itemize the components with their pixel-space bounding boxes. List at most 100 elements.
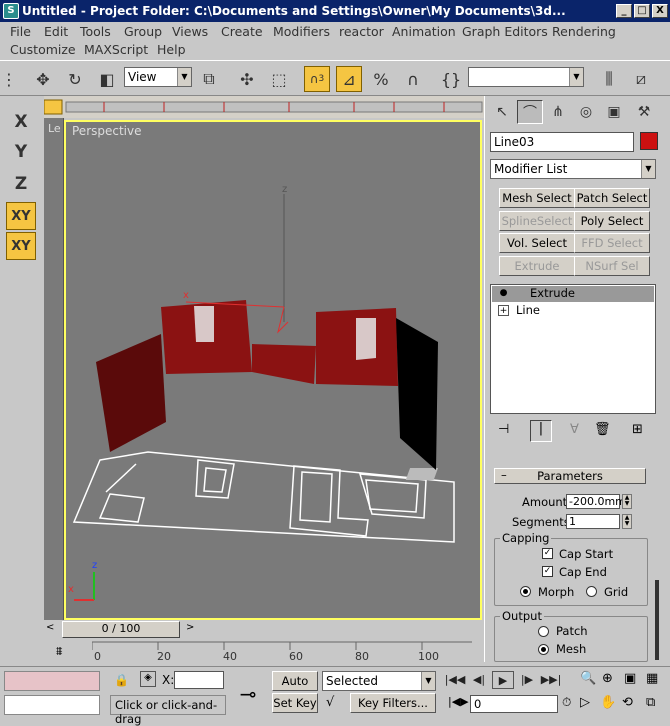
zoom-extents-all-icon[interactable]: ▦ bbox=[646, 671, 658, 686]
morph-radio[interactable] bbox=[520, 586, 531, 597]
zoom-all-icon[interactable]: ⊕ bbox=[602, 671, 613, 686]
auto-key-button[interactable]: Auto Key bbox=[272, 671, 318, 706]
collapse-minus-icon[interactable]: – bbox=[501, 468, 507, 482]
grid-radio[interactable] bbox=[586, 586, 597, 597]
restrict-y-button[interactable]: Y bbox=[6, 138, 36, 166]
named-selection-dropdown[interactable]: ▼ bbox=[468, 67, 584, 87]
menu-views[interactable]: Views bbox=[172, 24, 208, 39]
patch-radio[interactable] bbox=[538, 626, 549, 637]
menu-edit[interactable]: Edit bbox=[44, 24, 68, 39]
patch-select-button[interactable]: Patch Select bbox=[574, 188, 650, 208]
menu-file[interactable]: File bbox=[10, 24, 31, 39]
menu-customize[interactable]: Customize bbox=[10, 42, 76, 57]
remove-modifier-icon[interactable]: 🗑 bbox=[594, 422, 611, 437]
menu-tools[interactable]: Tools bbox=[80, 24, 111, 39]
menu-graph-editors[interactable]: Graph Editors bbox=[462, 24, 548, 39]
maximize-viewport-icon[interactable]: ⧉ bbox=[646, 695, 655, 710]
restrict-z-button[interactable]: Z bbox=[6, 170, 36, 198]
amount-input[interactable]: -200.0mm bbox=[566, 494, 626, 509]
display-tab-icon[interactable]: ▣ bbox=[601, 100, 627, 124]
minimize-button[interactable]: _ bbox=[616, 4, 632, 18]
mesh-radio[interactable] bbox=[538, 644, 549, 655]
time-slider-thumb[interactable]: 0 / 100 bbox=[62, 621, 180, 638]
lock-selection-icon[interactable]: 🔒 bbox=[114, 673, 129, 687]
maximize-button[interactable]: □ bbox=[634, 4, 650, 18]
menu-help[interactable]: Help bbox=[157, 42, 186, 57]
rotate-icon[interactable]: ↻ bbox=[62, 66, 88, 92]
slider-right-icon[interactable]: > bbox=[186, 622, 194, 633]
track-bar[interactable] bbox=[43, 96, 484, 118]
spline-select-button[interactable]: SplineSelect bbox=[499, 211, 575, 231]
pivot-center-icon[interactable]: ⧉ bbox=[196, 66, 222, 92]
play-icon[interactable]: ▶ bbox=[492, 671, 514, 689]
hierarchy-tab-icon[interactable]: ⋔ bbox=[545, 100, 571, 124]
reference-coordinate-dropdown[interactable]: View ▼ bbox=[124, 67, 192, 87]
next-frame-icon[interactable]: |▶ bbox=[516, 671, 538, 689]
restrict-x-button[interactable]: X bbox=[6, 108, 36, 136]
restrict-xy-button[interactable]: XY bbox=[6, 202, 36, 230]
object-name-field[interactable]: Line03 bbox=[490, 132, 634, 152]
mini-curve-editor-icon[interactable]: ⩩ bbox=[56, 644, 74, 660]
select-manipulate-icon[interactable]: ✣ bbox=[234, 66, 260, 92]
time-config-icon[interactable]: ⏱ bbox=[562, 695, 571, 710]
current-frame-input[interactable]: 0 bbox=[470, 695, 558, 713]
pan-hand-icon[interactable]: ✋ bbox=[600, 695, 616, 710]
nsurf-sel-button[interactable]: NSurf Sel bbox=[574, 256, 650, 276]
light-bulb-icon[interactable]: ● bbox=[498, 288, 509, 299]
angle-snap-icon[interactable]: ⊿ bbox=[336, 66, 362, 92]
move-icon[interactable]: ✥ bbox=[30, 66, 56, 92]
go-to-start-icon[interactable]: |◀◀ bbox=[444, 671, 466, 689]
menu-maxscript[interactable]: MAXScript bbox=[84, 42, 148, 57]
frame-ruler[interactable]: ⩩ 0 20 40 60 80 100 bbox=[44, 640, 484, 666]
spinner-snap-icon[interactable]: ∩ bbox=[400, 66, 426, 92]
close-button[interactable]: X bbox=[652, 4, 668, 18]
panel-scrollbar[interactable] bbox=[655, 580, 659, 660]
maxscript-listener-pink[interactable] bbox=[4, 671, 100, 691]
pin-stack-icon[interactable]: ⊣ bbox=[498, 422, 509, 437]
previous-frame-icon[interactable]: ◀| bbox=[468, 671, 490, 689]
vol-select-button[interactable]: Vol. Select bbox=[499, 233, 575, 253]
menu-create[interactable]: Create bbox=[221, 24, 263, 39]
snap-toggle-icon[interactable]: ∩ 3 bbox=[304, 66, 330, 92]
stack-item-line[interactable]: + Line bbox=[492, 303, 654, 319]
segments-input[interactable]: 1 bbox=[566, 514, 620, 529]
key-icon[interactable]: ⊸ bbox=[230, 673, 266, 715]
extrude-button[interactable]: Extrude bbox=[499, 256, 575, 276]
key-selection-dropdown[interactable]: Selected ▼ bbox=[322, 671, 436, 691]
absolute-mode-icon[interactable]: ◈ bbox=[140, 671, 156, 687]
left-viewport-strip[interactable]: Le bbox=[44, 118, 64, 620]
slider-left-icon[interactable]: < bbox=[46, 622, 54, 633]
percent-snap-icon[interactable]: % bbox=[368, 66, 394, 92]
menu-reactor[interactable]: reactor bbox=[339, 24, 384, 39]
cap-start-checkbox[interactable]: ✓ bbox=[542, 548, 553, 559]
modify-tab-icon[interactable]: ⌒ bbox=[517, 100, 543, 124]
configure-modifier-sets-icon[interactable]: ⊞ bbox=[632, 422, 643, 437]
cap-end-checkbox[interactable]: ✓ bbox=[542, 566, 553, 577]
amount-spinner[interactable]: ▲ ▼ bbox=[622, 494, 632, 509]
go-to-end-icon[interactable]: ▶▶| bbox=[540, 671, 562, 689]
segments-spinner[interactable]: ▲ ▼ bbox=[622, 514, 632, 529]
key-mode-icon[interactable]: |◀▶| bbox=[448, 695, 472, 708]
show-end-result-icon[interactable]: | bbox=[530, 420, 552, 442]
key-tangent-icon[interactable]: √ bbox=[326, 695, 334, 710]
scale-icon[interactable]: ◧ bbox=[94, 66, 120, 92]
create-tab-icon[interactable]: ↖ bbox=[489, 100, 515, 124]
motion-tab-icon[interactable]: ◎ bbox=[573, 100, 599, 124]
menu-animation[interactable]: Animation bbox=[392, 24, 456, 39]
make-unique-icon[interactable]: ∀ bbox=[570, 422, 579, 437]
utilities-tab-icon[interactable]: ⚒ bbox=[631, 100, 657, 124]
time-slider[interactable]: < 0 / 100 > bbox=[44, 620, 484, 640]
x-coordinate-input[interactable] bbox=[174, 671, 224, 689]
expand-plus-icon[interactable]: + bbox=[498, 305, 509, 316]
menu-rendering[interactable]: Rendering bbox=[552, 24, 616, 39]
named-selection-icon[interactable]: {} bbox=[438, 66, 464, 92]
mirror-icon[interactable]: ⫼ bbox=[596, 66, 622, 92]
restrict-xy-plane-button[interactable]: XY bbox=[6, 232, 36, 260]
field-of-view-icon[interactable]: ▷ bbox=[580, 695, 590, 710]
keyboard-shortcut-icon[interactable]: ⬚ bbox=[266, 66, 292, 92]
arc-rotate-icon[interactable]: ⟲ bbox=[622, 695, 633, 710]
3ds-max-icon[interactable]: S bbox=[3, 3, 19, 19]
key-filters-button[interactable]: Key Filters... bbox=[350, 693, 436, 713]
maxscript-listener-white[interactable] bbox=[4, 695, 100, 715]
menu-group[interactable]: Group bbox=[124, 24, 162, 39]
